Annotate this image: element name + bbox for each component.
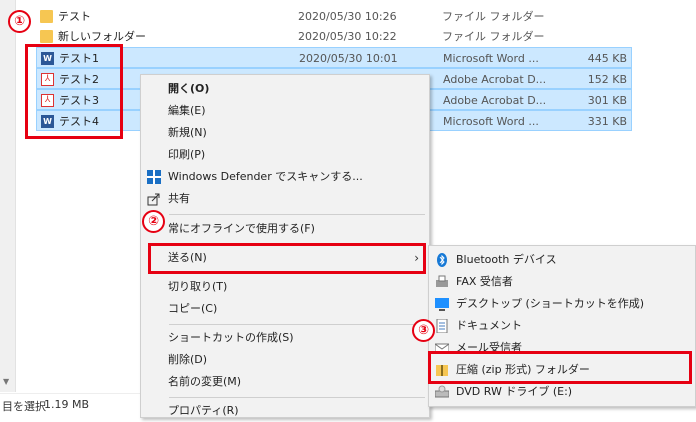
folder-icon xyxy=(40,30,53,43)
scroll-down-arrow-icon[interactable]: ▼ xyxy=(3,377,9,386)
list-item-test1[interactable]: W テスト1 2020/05/30 10:01 Microsoft Word .… xyxy=(36,47,632,68)
annotation-box-selection xyxy=(25,44,123,139)
dvd-drive-icon xyxy=(434,385,450,399)
submenu-item-fax[interactable]: FAX 受信者 xyxy=(429,271,695,293)
menu-item-create-shortcut[interactable]: ショートカットの作成(S) xyxy=(141,327,429,349)
list-item-folder-test[interactable]: テスト 2020/05/30 10:26 ファイル フォルダー xyxy=(36,6,632,27)
submenu-item-dvd[interactable]: DVD RW ドライブ (E:) xyxy=(429,381,695,403)
list-item-folder-new[interactable]: 新しいフォルダー 2020/05/30 10:22 ファイル フォルダー xyxy=(36,26,632,47)
file-type: Adobe Acrobat D... xyxy=(443,94,547,107)
status-size: 1.19 MB xyxy=(44,398,90,411)
menu-item-properties[interactable]: プロパティ(R) xyxy=(141,400,429,422)
menu-separator xyxy=(169,324,425,325)
menu-item-open[interactable]: 開く(O) xyxy=(141,78,429,100)
menu-item-new[interactable]: 新規(N) xyxy=(141,122,429,144)
folder-icon xyxy=(40,10,53,23)
file-size: 152 KB xyxy=(587,73,627,86)
file-type: Microsoft Word ... xyxy=(443,52,539,65)
menu-item-cut[interactable]: 切り取り(T) xyxy=(141,276,429,298)
file-type: Microsoft Word ... xyxy=(443,115,539,128)
file-date: 2020/05/30 10:26 xyxy=(298,10,397,23)
share-icon xyxy=(147,192,161,206)
submenu-item-bluetooth[interactable]: Bluetooth デバイス xyxy=(429,249,695,271)
file-type: ファイル フォルダー xyxy=(442,10,545,23)
menu-item-edit[interactable]: 編集(E) xyxy=(141,100,429,122)
desktop-icon xyxy=(435,297,449,311)
menu-item-offline[interactable]: 常にオフラインで使用する(F) xyxy=(141,218,429,240)
file-name: テスト xyxy=(58,10,91,23)
vertical-scrollbar[interactable]: ▼ xyxy=(0,0,16,392)
menu-item-share[interactable]: 共有 xyxy=(141,188,429,210)
menu-separator xyxy=(169,214,425,215)
file-type: ファイル フォルダー xyxy=(442,30,545,43)
menu-item-rename[interactable]: 名前の変更(M) xyxy=(141,371,429,393)
file-explorer: ▼ テスト 2020/05/30 10:26 ファイル フォルダー 新しいフォル… xyxy=(0,0,696,418)
annotation-badge-2: ② xyxy=(142,210,165,233)
submenu-item-documents[interactable]: ドキュメント xyxy=(429,315,695,337)
menu-item-print[interactable]: 印刷(P) xyxy=(141,144,429,166)
menu-item-copy[interactable]: コピー(C) xyxy=(141,298,429,320)
status-selection: 目を選択 xyxy=(2,400,46,413)
fax-icon xyxy=(435,275,449,289)
submenu-item-desktop[interactable]: デスクトップ (ショートカットを作成) xyxy=(429,293,695,315)
file-type: Adobe Acrobat D... xyxy=(443,73,547,86)
annotation-badge-3: ③ xyxy=(412,319,435,342)
windows-defender-icon xyxy=(147,170,161,184)
file-size: 331 KB xyxy=(587,115,627,128)
annotation-badge-1: ① xyxy=(8,10,31,33)
file-date: 2020/05/30 10:01 xyxy=(299,52,398,65)
file-size: 301 KB xyxy=(587,94,627,107)
bluetooth-icon xyxy=(435,253,449,267)
file-date: 2020/05/30 10:22 xyxy=(298,30,397,43)
menu-separator xyxy=(169,397,425,398)
menu-item-delete[interactable]: 削除(D) xyxy=(141,349,429,371)
annotation-box-send-to xyxy=(148,243,426,274)
annotation-box-zip xyxy=(428,351,692,384)
document-icon xyxy=(435,318,449,334)
menu-item-defender[interactable]: Windows Defender でスキャンする... xyxy=(141,166,429,188)
file-size: 445 KB xyxy=(587,52,627,65)
